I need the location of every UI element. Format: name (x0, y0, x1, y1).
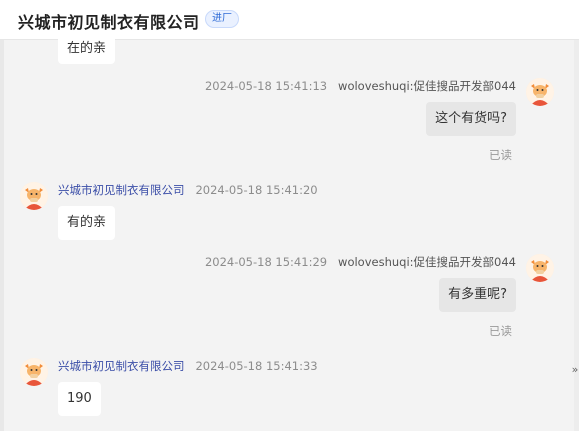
message-bubble: 在的亲 (58, 34, 116, 64)
message-timestamp: 2024-05-18 15:41:13 (204, 79, 328, 93)
avatar-icon[interactable] (526, 78, 554, 106)
chat-title: 兴城市初见制衣有限公司 (18, 13, 200, 32)
status-tag[interactable]: 进厂 (205, 10, 239, 28)
message-meta: 2024-05-18 15:41:29 woloveshuqi:促佳搜品开发部0… (205, 254, 516, 270)
message-bubble: 190 (58, 382, 101, 416)
message-meta: 兴城市初见制衣有限公司 2024-05-18 15:41:20 (58, 182, 318, 198)
read-status: 已读 (489, 148, 512, 162)
message-sender: woloveshuqi:促佳搜品开发部044 (338, 255, 516, 269)
message-timestamp: 2024-05-18 15:41:29 (204, 255, 328, 269)
avatar-icon[interactable] (20, 358, 48, 386)
message-meta: 2024-05-18 15:41:13 woloveshuqi:促佳搜品开发部0… (205, 78, 516, 94)
message-sender[interactable]: 兴城市初见制衣有限公司 (58, 183, 185, 197)
message-sender[interactable]: 兴城市初见制衣有限公司 (58, 359, 185, 373)
avatar-icon[interactable] (20, 182, 48, 210)
message-list[interactable]: 在的亲 2024-05-18 15:41:13 woloveshuqi:促佳搜品… (4, 34, 574, 431)
read-status: 已读 (489, 324, 512, 338)
expand-arrow-icon[interactable]: » (571, 357, 579, 383)
message-timestamp: 2024-05-18 15:41:33 (195, 359, 318, 373)
avatar-icon[interactable] (526, 254, 554, 282)
message-sender: woloveshuqi:促佳搜品开发部044 (338, 79, 516, 93)
message-bubble: 有多重呢? (439, 278, 516, 312)
message-bubble: 这个有货吗? (426, 102, 516, 136)
message-meta: 兴城市初见制衣有限公司 2024-05-18 15:41:33 (58, 358, 318, 374)
message-timestamp: 2024-05-18 15:41:20 (195, 183, 318, 197)
message-bubble: 有的亲 (58, 206, 116, 240)
